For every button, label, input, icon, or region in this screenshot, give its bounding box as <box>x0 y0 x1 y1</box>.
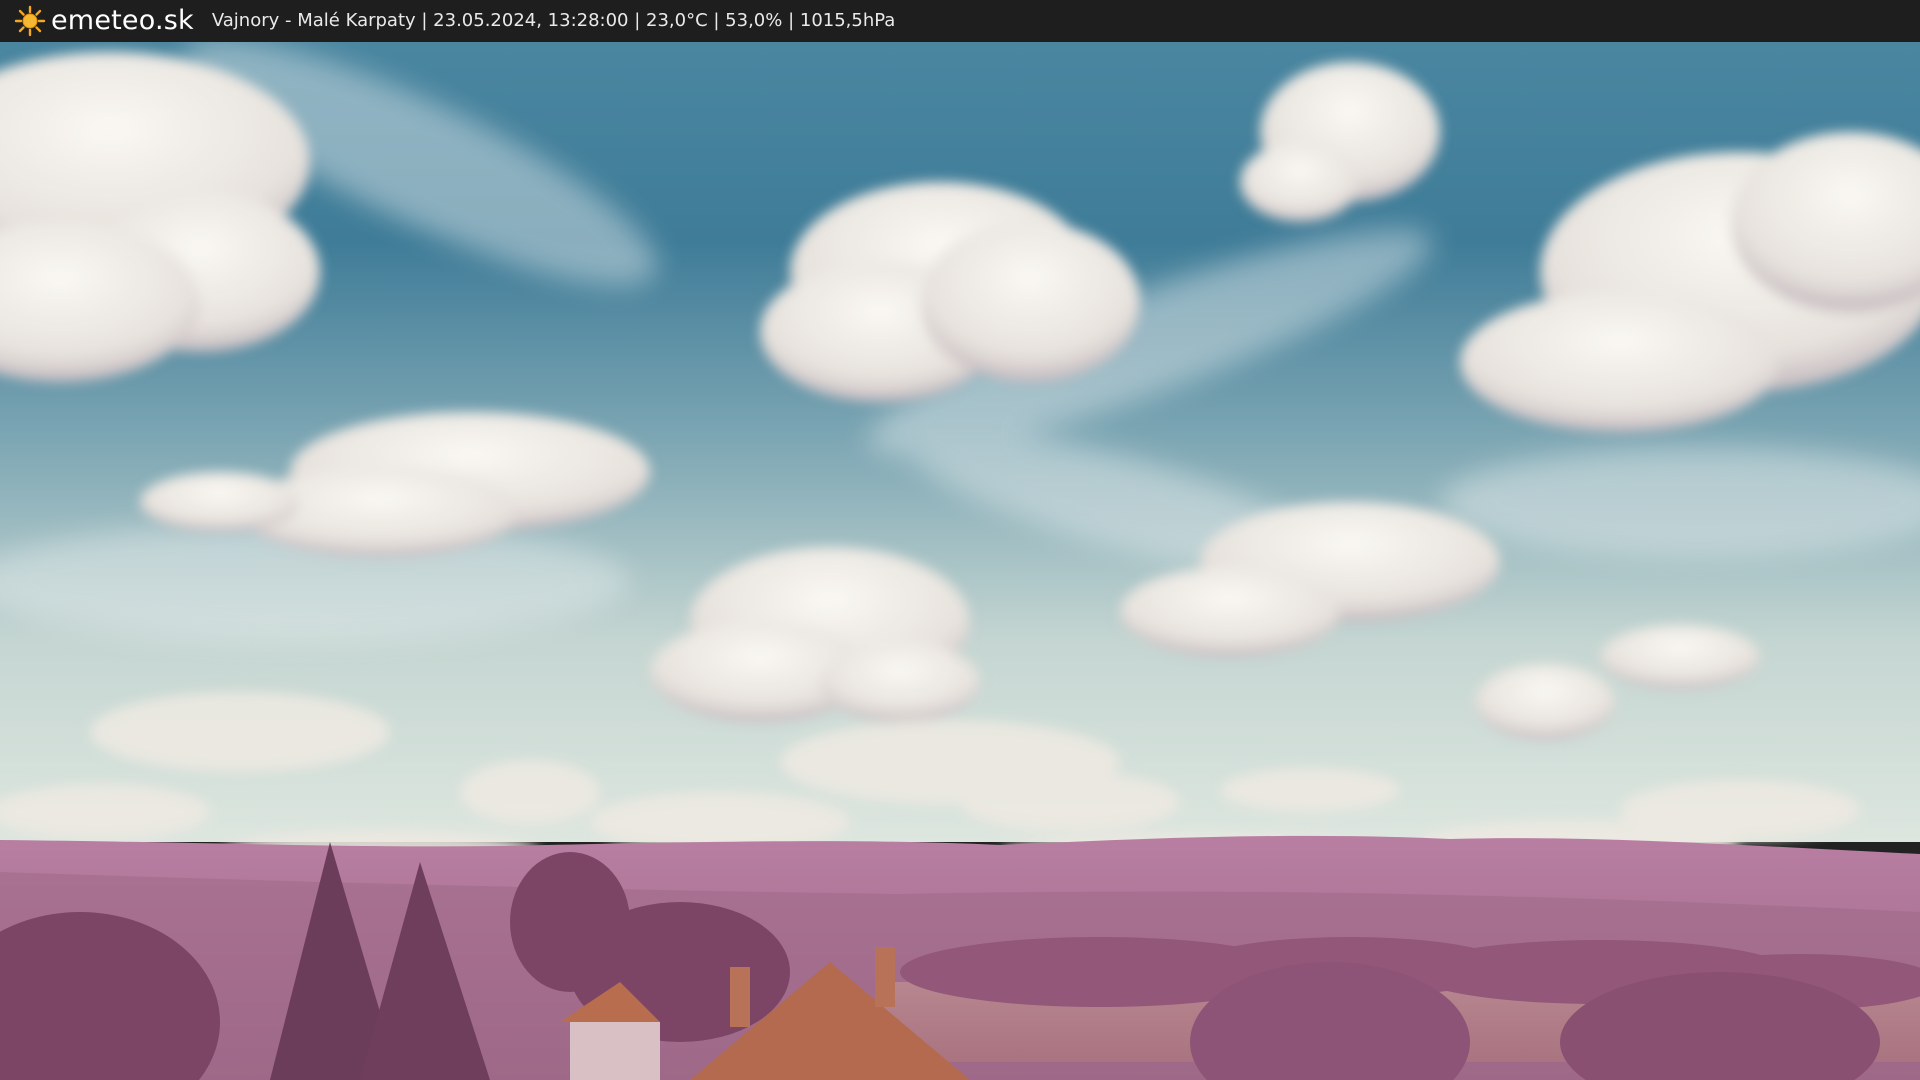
brand-name[interactable]: emeteo.sk <box>51 0 194 42</box>
station-caption: Vajnory - Malé Karpaty | 23.05.2024, 13:… <box>211 10 896 31</box>
webcam-image <box>0 42 1920 1080</box>
logo[interactable]: emeteo.sk <box>14 0 194 42</box>
webcam-header-bar: emeteo.sk Vajnory - Malé Karpaty | 23.05… <box>0 0 1920 42</box>
sun-icon <box>14 5 46 37</box>
